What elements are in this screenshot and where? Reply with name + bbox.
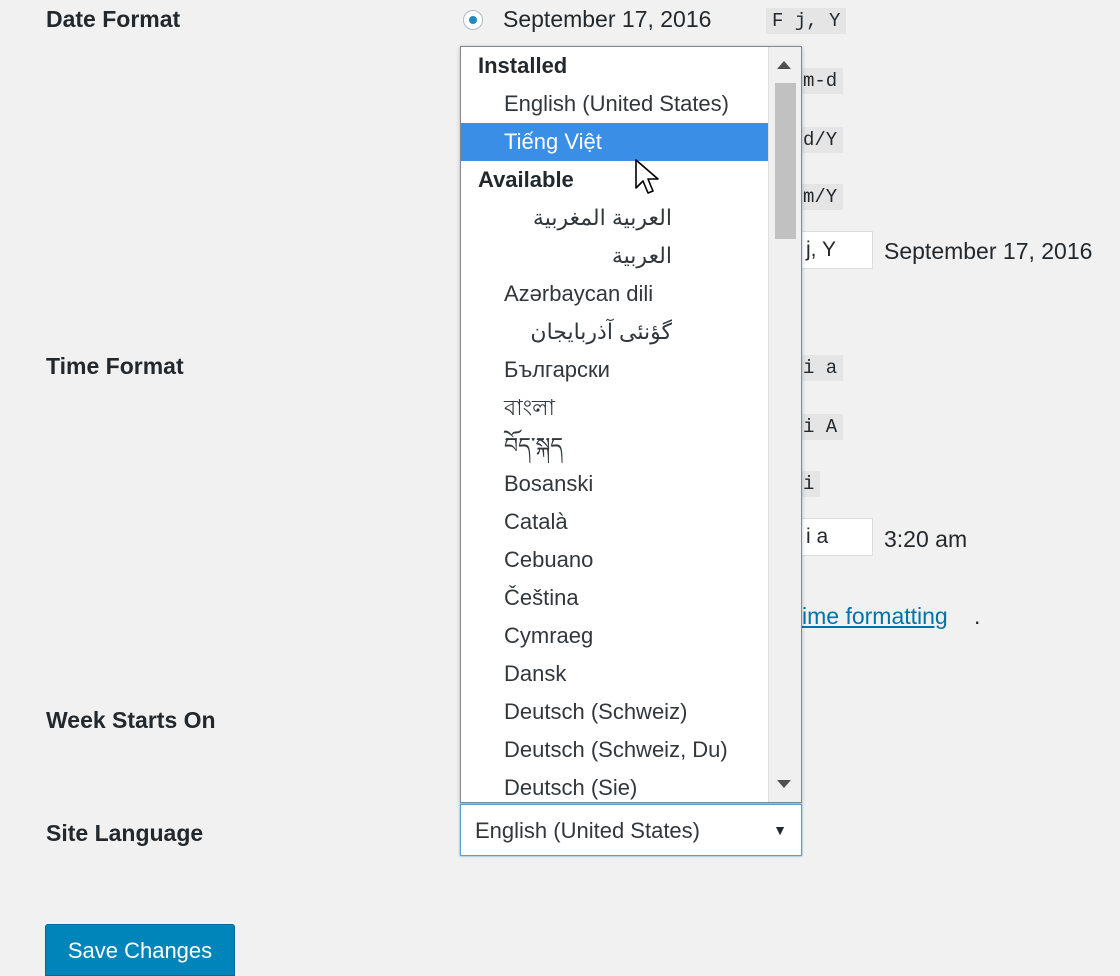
language-option-azerbaijani[interactable]: Azərbaycan dili [461, 275, 769, 313]
site-language-select-value: English (United States) [475, 818, 700, 843]
scrollbar-thumb[interactable] [775, 83, 796, 239]
language-option-danish[interactable]: Dansk [461, 655, 769, 693]
language-options: Installed English (United States) Tiếng … [461, 47, 769, 802]
scroll-down-arrow-icon[interactable] [777, 780, 791, 788]
time-format-custom-preview: 3:20 am [884, 526, 968, 552]
date-format-custom-input[interactable]: j, Y [797, 231, 873, 269]
date-format-label: Date Format [46, 6, 181, 32]
date-format-code: d/Y [797, 127, 844, 153]
language-option-bengali[interactable]: বাংলা [461, 389, 769, 427]
dropdown-scrollbar[interactable] [768, 47, 801, 802]
language-option-catalan[interactable]: Català [461, 503, 769, 541]
language-option-vietnamese[interactable]: Tiếng Việt [461, 123, 769, 161]
date-format-code: m-d [797, 68, 844, 94]
language-option-german-swiss-informal[interactable]: Deutsch (Schweiz, Du) [461, 731, 769, 769]
time-format-label: Time Format [46, 353, 184, 379]
time-format-code: i A [797, 414, 844, 440]
mouse-pointer-icon [635, 159, 659, 194]
site-language-label: Site Language [46, 820, 204, 846]
language-option-arabic[interactable]: العربية [461, 237, 769, 275]
site-language-select[interactable]: English (United States) ▼ [460, 804, 802, 856]
time-formatting-doc-link[interactable]: ime formatting [802, 603, 948, 630]
time-format-custom-input[interactable]: i a [797, 518, 873, 556]
save-changes-button[interactable]: Save Changes [45, 924, 235, 976]
language-option-south-azerbaijani[interactable]: گؤنئی آذربایجان [461, 313, 769, 351]
language-option-welsh[interactable]: Cymraeg [461, 617, 769, 655]
language-option-arabic-moroccan[interactable]: العربية المغربية [461, 199, 769, 237]
date-format-custom-preview: September 17, 2016 [884, 238, 1093, 264]
language-option-tibetan[interactable]: བོད་སྐད [461, 427, 769, 465]
date-format-option-label: September 17, 2016 [503, 6, 712, 32]
language-dropdown-list[interactable]: Installed English (United States) Tiếng … [460, 46, 802, 803]
optgroup-installed: Installed [478, 53, 568, 78]
language-option-bulgarian[interactable]: Български [461, 351, 769, 389]
language-option-german-formal[interactable]: Deutsch (Sie) [461, 769, 769, 802]
language-option-czech[interactable]: Čeština [461, 579, 769, 617]
language-option-english-us[interactable]: English (United States) [461, 85, 769, 123]
language-option-german-swiss[interactable]: Deutsch (Schweiz) [461, 693, 769, 731]
time-format-code: i a [797, 355, 844, 381]
language-option-cebuano[interactable]: Cebuano [461, 541, 769, 579]
doc-link-period: . [974, 603, 981, 629]
week-starts-on-label: Week Starts On [46, 707, 216, 733]
language-option-bosnian[interactable]: Bosanski [461, 465, 769, 503]
date-format-code: m/Y [797, 184, 844, 210]
triangle-down-icon: ▼ [773, 822, 787, 838]
optgroup-available: Available [478, 167, 574, 192]
scroll-up-arrow-icon[interactable] [777, 61, 791, 69]
date-format-radio-1[interactable] [463, 10, 483, 30]
date-format-code: F j, Y [766, 8, 847, 34]
